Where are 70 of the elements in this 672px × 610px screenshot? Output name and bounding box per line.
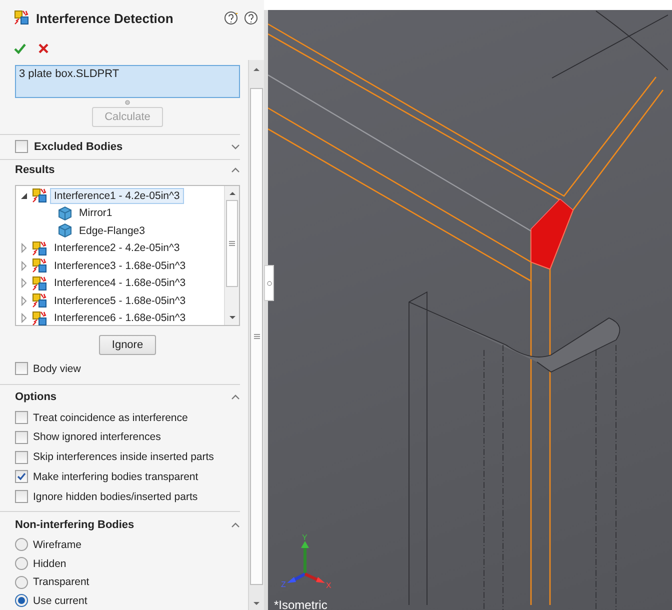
section-title: Options bbox=[15, 391, 58, 404]
checkbox[interactable] bbox=[15, 450, 28, 464]
checkbox-label: Skip interferences inside inserted parts bbox=[33, 451, 214, 464]
checkbox[interactable] bbox=[15, 411, 28, 424]
collapse-chevron-icon[interactable] bbox=[231, 167, 240, 174]
checkbox-label: Ignore hidden bodies/inserted parts bbox=[33, 490, 198, 503]
interference-icon bbox=[32, 258, 47, 274]
panel-collapse-handle[interactable] bbox=[264, 265, 274, 301]
radio-button[interactable] bbox=[15, 538, 28, 552]
expand-triangle-icon[interactable] bbox=[20, 243, 29, 254]
interference-detection-icon bbox=[14, 10, 30, 26]
tree-item[interactable]: Interference1 - 4.2e-05in^3 bbox=[50, 188, 184, 204]
expand-triangle-icon[interactable] bbox=[20, 296, 29, 306]
interference-icon bbox=[32, 293, 47, 308]
checkbox-label: Make interfering bodies transparent bbox=[33, 470, 198, 483]
radio-label: Wireframe bbox=[33, 538, 82, 551]
section-title: Results bbox=[15, 164, 56, 176]
collapse-chevron-icon[interactable] bbox=[231, 522, 240, 528]
body-cube-icon bbox=[58, 223, 72, 238]
tree-item[interactable]: Mirror1 bbox=[75, 205, 116, 222]
checkbox[interactable] bbox=[15, 140, 28, 154]
resize-handle-icon[interactable] bbox=[125, 100, 130, 105]
body-cube-icon bbox=[58, 206, 72, 221]
scrollbar-thumb[interactable] bbox=[250, 88, 263, 585]
interference-icon bbox=[32, 240, 47, 256]
cancel-close-icon[interactable] bbox=[38, 42, 49, 54]
radio-button[interactable] bbox=[15, 576, 28, 589]
selection-list-field[interactable]: 3 plate box.SLDPRT bbox=[15, 65, 240, 98]
grip-icon bbox=[229, 241, 235, 246]
section-title: Non-interfering Bodies bbox=[15, 518, 136, 531]
checkbox[interactable] bbox=[15, 362, 28, 376]
checkbox-label: Treat coincidence as interference bbox=[33, 412, 188, 424]
panel-title: Interference Detection bbox=[36, 10, 174, 26]
collapse-triangle-icon[interactable] bbox=[20, 190, 29, 201]
whats-new-help-icon[interactable] bbox=[224, 11, 238, 25]
radio-button[interactable] bbox=[15, 594, 28, 608]
tree-item[interactable]: Interference2 - 4.2e-05in^3 bbox=[50, 240, 184, 256]
radio-label: Use current bbox=[33, 594, 88, 607]
expand-chevron-icon[interactable] bbox=[231, 144, 240, 150]
tree-item[interactable]: Edge-Flange3 bbox=[75, 222, 149, 239]
scrollbar-thumb[interactable] bbox=[226, 200, 238, 288]
tree-item[interactable]: Interference4 - 1.68e-05in^3 bbox=[50, 275, 190, 292]
grip-icon bbox=[254, 334, 260, 339]
radio-label: Hidden bbox=[33, 558, 66, 570]
axis-triad-drawing: Y Z X bbox=[280, 530, 340, 590]
radio-label: Transparent bbox=[33, 576, 90, 588]
ignore-button[interactable]: Ignore bbox=[98, 334, 156, 356]
checkbox[interactable] bbox=[15, 490, 28, 504]
collapse-chevron-icon[interactable] bbox=[231, 394, 240, 400]
expand-triangle-icon[interactable] bbox=[20, 313, 29, 324]
ok-check-icon[interactable] bbox=[14, 42, 26, 54]
expand-triangle-icon[interactable] bbox=[20, 278, 29, 288]
section-title: Excluded Bodies bbox=[34, 140, 124, 153]
expand-triangle-icon[interactable] bbox=[20, 260, 29, 271]
view-orientation-label: *Isometric bbox=[274, 598, 328, 610]
tree-item[interactable]: Interference5 - 1.68e-05in^3 bbox=[50, 292, 190, 309]
interference-icon bbox=[32, 276, 47, 291]
checkbox-label: Body view bbox=[33, 362, 81, 375]
checkbox[interactable] bbox=[15, 470, 28, 484]
panel-scrollbar[interactable] bbox=[248, 60, 264, 610]
radio-button[interactable] bbox=[15, 557, 28, 570]
interference-region bbox=[530, 198, 574, 270]
tree-scrollbar[interactable] bbox=[224, 186, 239, 326]
checkbox[interactable] bbox=[15, 430, 28, 444]
checkbox-label: Show ignored interferences bbox=[33, 431, 161, 444]
tree-item[interactable]: Interference3 - 1.68e-05in^3 bbox=[50, 258, 190, 274]
help-icon[interactable] bbox=[244, 11, 258, 25]
interference-icon bbox=[32, 310, 47, 326]
interference-icon bbox=[32, 188, 47, 204]
tree-item[interactable]: Interference6 - 1.68e-05in^3 bbox=[50, 310, 190, 326]
